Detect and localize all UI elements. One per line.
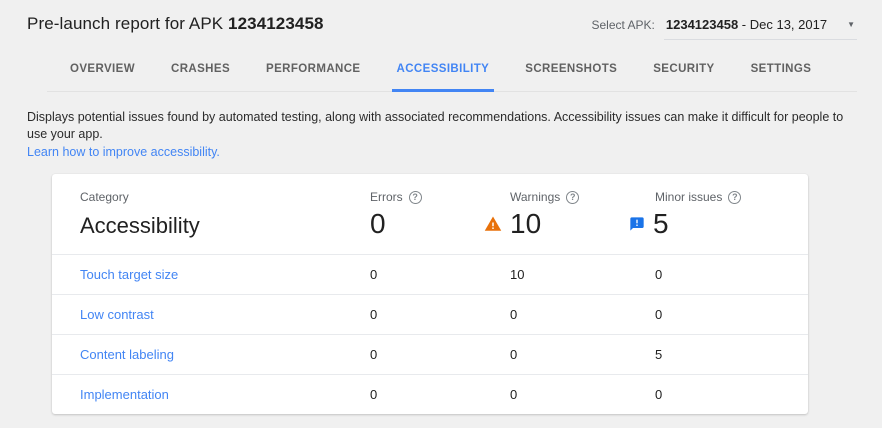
- card-header: Category Accessibility Errors? 0 Warning…: [52, 174, 808, 254]
- apk-selector-date: - Dec 13, 2017: [738, 17, 827, 32]
- category-cell: Category Accessibility: [80, 190, 370, 241]
- pre-launch-report-page: Pre-launch report for APK 1234123458 Sel…: [0, 0, 882, 428]
- tab-crashes[interactable]: CRASHES: [166, 48, 235, 91]
- help-icon[interactable]: ?: [728, 191, 741, 204]
- cell-errors: 0: [370, 307, 510, 322]
- description: Displays potential issues found by autom…: [27, 109, 857, 161]
- cell-errors: 0: [370, 347, 510, 362]
- help-icon[interactable]: ?: [566, 191, 579, 204]
- category-link-touch-target-size[interactable]: Touch target size: [80, 267, 370, 282]
- minor-issues-stat: Minor issues? 5: [655, 190, 808, 239]
- learn-more-link[interactable]: Learn how to improve accessibility.: [27, 144, 220, 161]
- category-name: Accessibility: [80, 211, 370, 241]
- table-row-implementation: Implementation 0 0 0: [52, 374, 808, 414]
- tab-bar: OVERVIEW CRASHES PERFORMANCE ACCESSIBILI…: [47, 48, 857, 92]
- minor-issues-value: 5: [629, 209, 808, 239]
- minor-issues-label: Minor issues?: [655, 190, 808, 204]
- accessibility-summary-card: Category Accessibility Errors? 0 Warning…: [52, 174, 808, 414]
- topbar: Pre-launch report for APK 1234123458 Sel…: [0, 0, 882, 40]
- warnings-count: 10: [510, 209, 541, 239]
- cell-warnings: 0: [510, 307, 655, 322]
- table-row-low-contrast: Low contrast 0 0 0: [52, 294, 808, 334]
- tab-accessibility[interactable]: ACCESSIBILITY: [392, 48, 495, 91]
- warnings-label-text: Warnings: [510, 190, 560, 204]
- page-title-apk: 1234123458: [228, 14, 324, 33]
- cell-minor-issues: 5: [655, 347, 808, 362]
- table-row-content-labeling: Content labeling 0 0 5: [52, 334, 808, 374]
- apk-selector-apk: 1234123458: [666, 17, 738, 32]
- cell-errors: 0: [370, 387, 510, 402]
- minor-issues-count: 5: [653, 209, 669, 239]
- errors-count: 0: [370, 209, 386, 239]
- warning-triangle-icon: [484, 215, 502, 233]
- apk-selector-value[interactable]: 1234123458 - Dec 13, 2017 ▼: [664, 17, 857, 40]
- dropdown-caret-icon: ▼: [847, 20, 855, 29]
- minor-issues-label-text: Minor issues: [655, 190, 722, 204]
- cell-minor-issues: 0: [655, 267, 808, 282]
- category-label: Category: [80, 190, 370, 204]
- table-row-touch-target-size: Touch target size 0 10 0: [52, 254, 808, 294]
- tab-performance[interactable]: PERFORMANCE: [261, 48, 366, 91]
- apk-selector-label: Select APK:: [592, 18, 655, 32]
- page-title: Pre-launch report for APK 1234123458: [27, 14, 324, 34]
- tab-overview[interactable]: OVERVIEW: [65, 48, 140, 91]
- help-icon[interactable]: ?: [409, 191, 422, 204]
- errors-label: Errors?: [370, 190, 510, 204]
- category-link-low-contrast[interactable]: Low contrast: [80, 307, 370, 322]
- cell-minor-issues: 0: [655, 307, 808, 322]
- tab-security[interactable]: SECURITY: [648, 48, 719, 91]
- warnings-label: Warnings?: [510, 190, 655, 204]
- minor-issues-bubble-icon: [629, 216, 645, 232]
- cell-warnings: 0: [510, 387, 655, 402]
- tab-screenshots[interactable]: SCREENSHOTS: [520, 48, 622, 91]
- category-link-content-labeling[interactable]: Content labeling: [80, 347, 370, 362]
- errors-label-text: Errors: [370, 190, 403, 204]
- page-title-text: Pre-launch report for APK: [27, 14, 228, 33]
- cell-warnings: 0: [510, 347, 655, 362]
- cell-minor-issues: 0: [655, 387, 808, 402]
- description-text: Displays potential issues found by autom…: [27, 109, 857, 143]
- cell-warnings: 10: [510, 267, 655, 282]
- apk-selector[interactable]: Select APK: 1234123458 - Dec 13, 2017 ▼: [592, 17, 858, 40]
- tab-settings[interactable]: SETTINGS: [746, 48, 817, 91]
- cell-errors: 0: [370, 267, 510, 282]
- category-link-implementation[interactable]: Implementation: [80, 387, 370, 402]
